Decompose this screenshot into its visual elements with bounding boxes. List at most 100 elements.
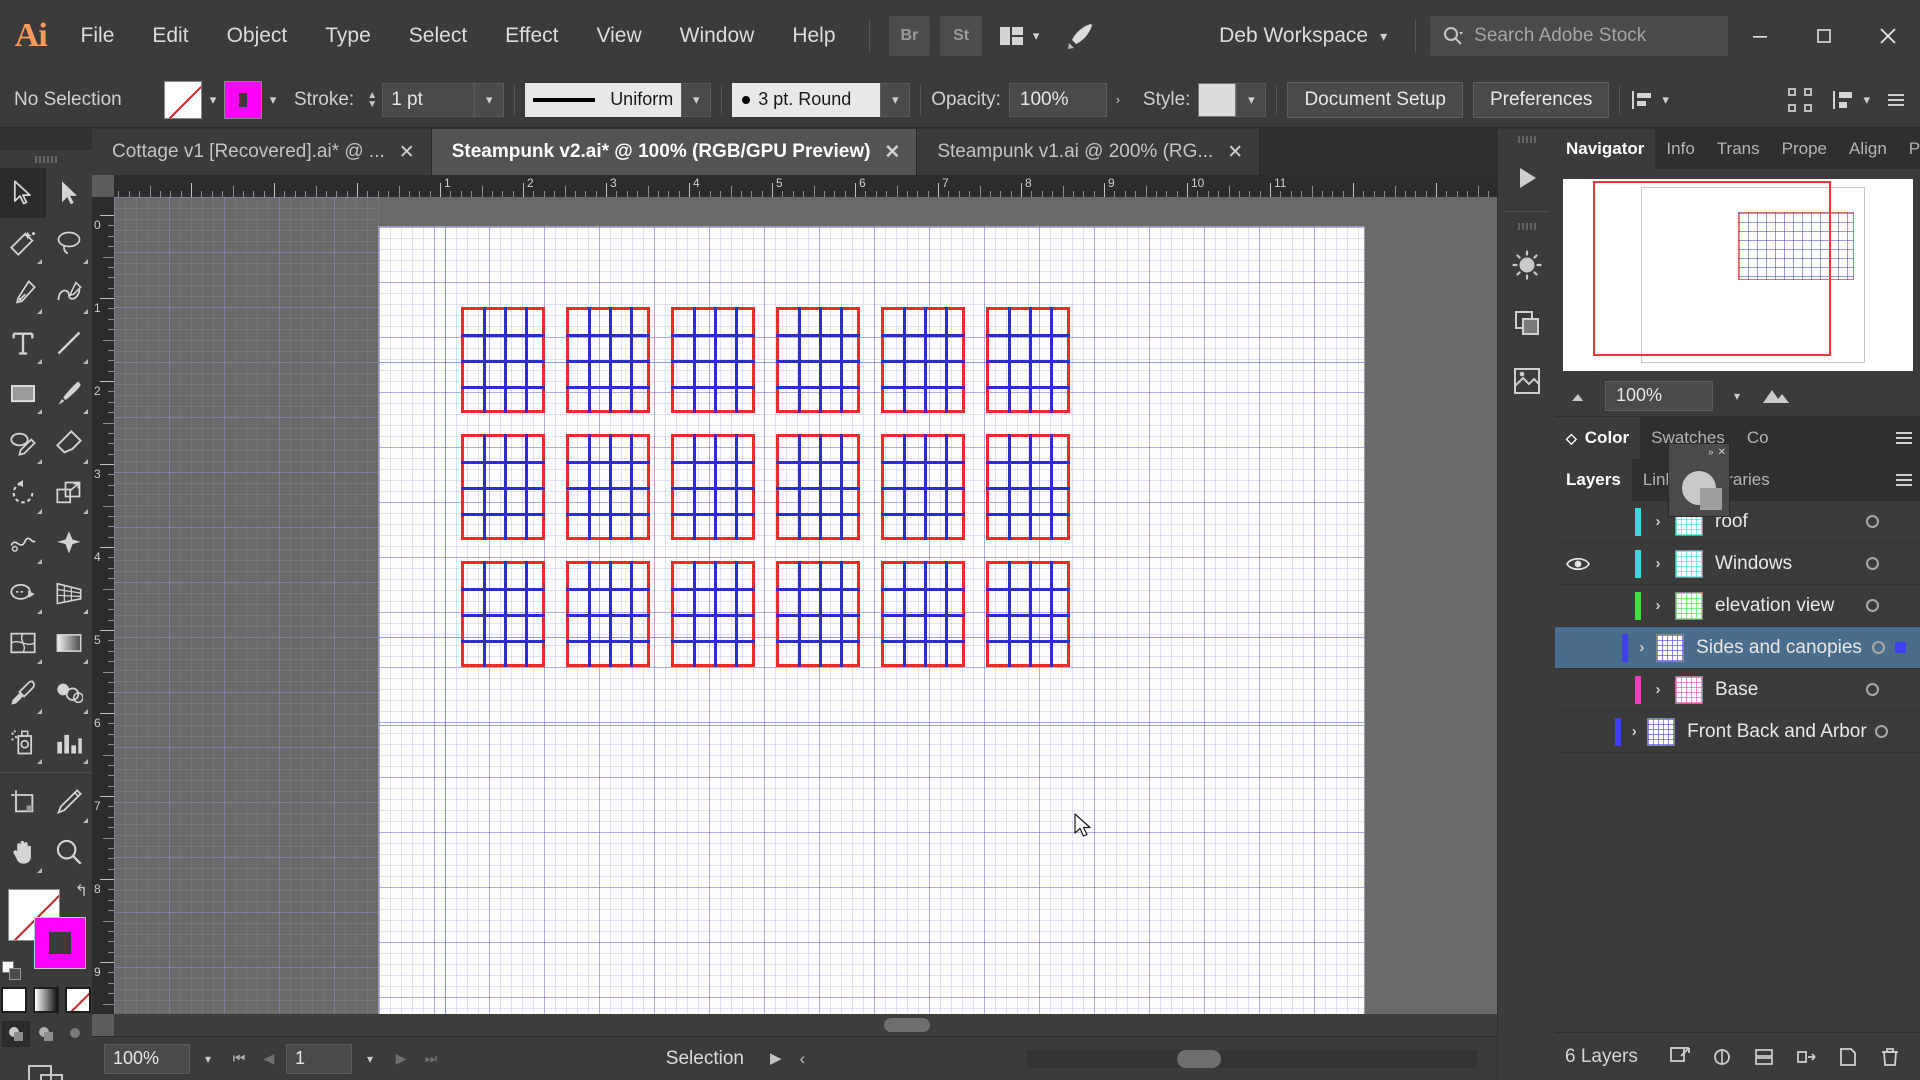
layer-target-indicator[interactable] xyxy=(1862,641,1895,654)
hand-tool[interactable] xyxy=(0,827,46,877)
menu-object[interactable]: Object xyxy=(208,0,307,72)
layer-name[interactable]: Base xyxy=(1715,679,1852,701)
layer-target-indicator[interactable] xyxy=(1852,515,1892,528)
layer-target-indicator[interactable] xyxy=(1852,557,1892,570)
draw-inside-mode[interactable] xyxy=(62,1021,90,1047)
default-fill-stroke-icon[interactable] xyxy=(2,961,22,981)
preferences-button[interactable]: Preferences xyxy=(1472,81,1610,118)
next-artboard-icon[interactable]: ▶ xyxy=(388,1044,414,1074)
rotate-tool[interactable] xyxy=(0,468,46,518)
layer-row[interactable]: › Front Back and Arbor xyxy=(1555,711,1920,753)
graphic-style-swatch[interactable] xyxy=(1198,82,1237,117)
eyedropper-tool[interactable] xyxy=(0,668,46,718)
menu-type[interactable]: Type xyxy=(306,0,390,72)
navigator-zoom-field[interactable]: 100% xyxy=(1605,380,1713,411)
menu-view[interactable]: View xyxy=(577,0,660,72)
libraries-icon[interactable] xyxy=(1682,471,1722,510)
stock-button[interactable]: St xyxy=(940,16,982,56)
tab-layers[interactable]: Layers xyxy=(1555,459,1632,501)
color-mode-color[interactable] xyxy=(1,987,27,1013)
toolbar-grip[interactable] xyxy=(0,150,92,168)
horizontal-scroll-thumb[interactable] xyxy=(884,1018,930,1032)
color-mode-none[interactable] xyxy=(65,987,91,1013)
new-layer-button[interactable] xyxy=(1828,1037,1868,1077)
window-unit[interactable] xyxy=(881,434,965,540)
layer-row[interactable]: › Sides and canopies xyxy=(1555,627,1920,669)
close-icon[interactable]: ✕ xyxy=(1718,447,1726,458)
window-unit[interactable] xyxy=(881,561,965,667)
zoom-level-chevron-icon[interactable]: ▾ xyxy=(194,1044,222,1074)
layer-expand-chevron-icon[interactable]: › xyxy=(1641,681,1675,698)
layer-row[interactable]: › roof xyxy=(1555,501,1920,543)
menu-help[interactable]: Help xyxy=(773,0,854,72)
shaper-tool[interactable] xyxy=(0,418,46,468)
last-artboard-icon[interactable]: ⏭ xyxy=(418,1044,444,1074)
gradient-tool[interactable] xyxy=(46,618,92,668)
rail-sun-button[interactable] xyxy=(1498,236,1556,294)
blend-tool[interactable] xyxy=(46,668,92,718)
menu-file[interactable]: File xyxy=(62,0,134,72)
search-adobe-stock[interactable]: Search Adobe Stock xyxy=(1430,16,1729,56)
layer-target-indicator[interactable] xyxy=(1852,683,1892,696)
mesh-tool[interactable] xyxy=(0,618,46,668)
stroke-weight-chevron-icon[interactable]: ▾ xyxy=(474,82,505,117)
menu-edit[interactable]: Edit xyxy=(133,0,207,72)
draw-behind-mode[interactable] xyxy=(32,1021,60,1047)
rail-grip-2[interactable] xyxy=(1498,216,1555,236)
search-input[interactable]: Search Adobe Stock xyxy=(1474,25,1646,47)
pen-tool[interactable] xyxy=(0,268,46,318)
floating-panel-titlebar[interactable]: » ✕ xyxy=(1669,444,1729,460)
window-unit[interactable] xyxy=(461,561,545,667)
layer-expand-chevron-icon[interactable]: › xyxy=(1621,723,1647,740)
tab-transform[interactable]: Trans xyxy=(1706,129,1771,169)
brush-definition-select[interactable]: 3 pt. Round xyxy=(732,82,881,117)
delete-layer-button[interactable] xyxy=(1870,1037,1910,1077)
window-unit[interactable] xyxy=(986,434,1070,540)
profile-chevron-icon[interactable]: ▾ xyxy=(681,82,712,117)
tab-close-icon[interactable]: ✕ xyxy=(1227,141,1243,164)
tab-pathfinder[interactable]: Pathf xyxy=(1898,129,1920,169)
curvature-tool[interactable] xyxy=(46,268,92,318)
tab-info[interactable]: Info xyxy=(1655,129,1705,169)
free-transform-tool[interactable] xyxy=(46,518,92,568)
color-panel-menu-icon[interactable] xyxy=(1888,417,1920,459)
layer-target-indicator[interactable] xyxy=(1867,725,1897,738)
style-chevron-icon[interactable]: ▾ xyxy=(1236,82,1267,117)
magic-wand-tool[interactable] xyxy=(0,218,46,268)
arrange-documents-button[interactable]: ▾ xyxy=(987,13,1052,59)
layer-name[interactable]: elevation view xyxy=(1715,595,1852,617)
status-scrollbar[interactable] xyxy=(1027,1049,1477,1068)
window-unit[interactable] xyxy=(986,561,1070,667)
tab-color-guide[interactable]: Co xyxy=(1736,417,1780,459)
window-unit[interactable] xyxy=(881,307,965,413)
zoom-out-mountain-icon[interactable] xyxy=(1569,387,1595,405)
zoom-tool[interactable] xyxy=(46,827,92,877)
rail-grip[interactable] xyxy=(1498,129,1555,149)
stroke-weight-value[interactable]: 1 pt xyxy=(382,82,475,117)
document-setup-button[interactable]: Document Setup xyxy=(1287,81,1463,118)
slice-tool[interactable] xyxy=(46,777,92,827)
menu-effect[interactable]: Effect xyxy=(486,0,577,72)
canvas-horizontal-scrollbar[interactable] xyxy=(114,1014,1505,1036)
screen-mode-button[interactable] xyxy=(0,1061,92,1080)
paintbrush-tool[interactable] xyxy=(46,368,92,418)
window-unit[interactable] xyxy=(671,434,755,540)
select-similar-icon[interactable] xyxy=(1787,87,1813,113)
previous-artboard-icon[interactable]: ◀ xyxy=(256,1044,282,1074)
control-panel-menu-icon[interactable] xyxy=(1888,91,1904,109)
window-unit[interactable] xyxy=(671,561,755,667)
rail-image-trace-button[interactable] xyxy=(1498,352,1556,410)
window-unit[interactable] xyxy=(671,307,755,413)
floating-libraries-panel[interactable]: » ✕ xyxy=(1668,443,1730,517)
swap-fill-stroke-icon[interactable]: ↰ xyxy=(75,881,88,901)
selection-tool[interactable] xyxy=(0,168,46,218)
stroke-weight-stepper[interactable]: ▲ ▼ xyxy=(362,83,382,117)
locate-object-button[interactable] xyxy=(1660,1037,1700,1077)
layer-expand-chevron-icon[interactable]: › xyxy=(1628,639,1656,656)
window-unit[interactable] xyxy=(776,307,860,413)
type-tool[interactable] xyxy=(0,318,46,368)
brush-chevron-icon[interactable]: ▾ xyxy=(880,82,911,117)
layer-target-indicator[interactable] xyxy=(1852,599,1892,612)
stroke-profile-select[interactable]: Uniform xyxy=(525,82,682,117)
create-sublayer-button[interactable] xyxy=(1744,1037,1784,1077)
